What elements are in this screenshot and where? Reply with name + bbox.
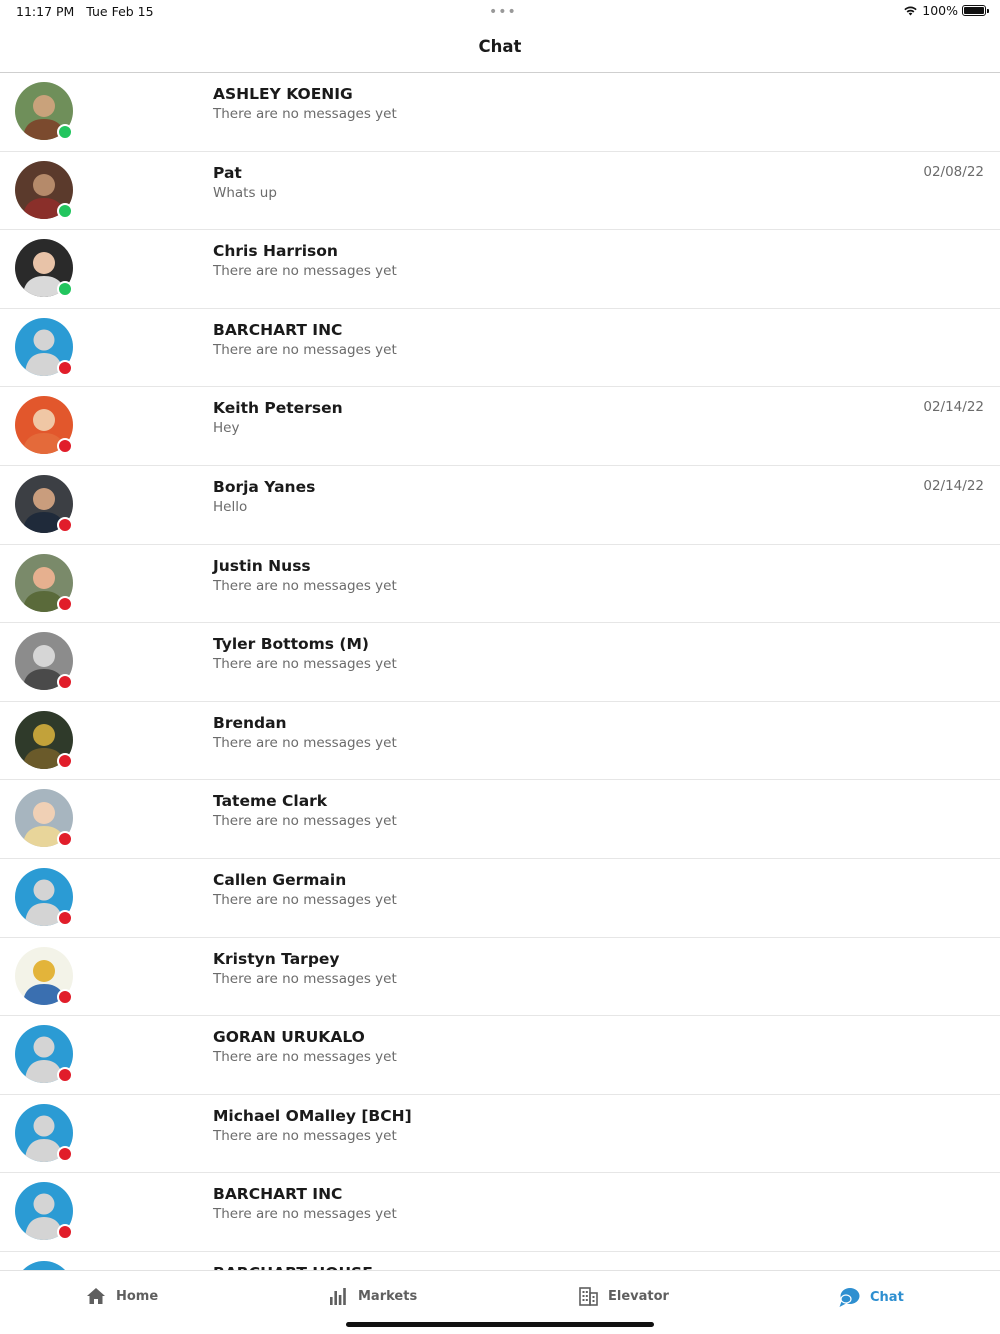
message-preview: There are no messages yet	[213, 734, 397, 751]
home-indicator[interactable]	[346, 1322, 654, 1327]
chat-row[interactable]: Chris Harrison There are no messages yet	[0, 230, 1000, 309]
tab-label-markets: Markets	[358, 1289, 418, 1304]
contact-name: Chris Harrison	[213, 242, 338, 261]
chat-list[interactable]: ASHLEY KOENIG There are no messages yet Pa…	[0, 73, 1000, 1270]
chat-row[interactable]: Justin Nuss There are no messages yet	[0, 545, 1000, 624]
message-date: 02/08/22	[923, 163, 984, 180]
contact-name: Kristyn Tarpey	[213, 949, 340, 968]
message-preview: There are no messages yet	[213, 263, 397, 280]
message-preview: There are no messages yet	[213, 1206, 397, 1223]
message-preview: There are no messages yet	[213, 1049, 397, 1066]
tab-home[interactable]: Home	[86, 1287, 158, 1305]
message-preview: There are no messages yet	[213, 656, 397, 673]
home-icon	[87, 1288, 105, 1304]
contact-name: BARCHART INC	[213, 320, 343, 339]
contact-name: GORAN URUKALO	[213, 1028, 365, 1047]
status-time: 11:17 PM Tue Feb 15	[16, 4, 154, 19]
offline-status-dot	[57, 831, 73, 848]
battery-percent: 100%	[922, 3, 958, 18]
message-preview: There are no messages yet	[213, 891, 397, 908]
offline-status-dot	[57, 674, 73, 691]
tab-chat[interactable]: Chat	[838, 1287, 904, 1308]
offline-status-dot	[57, 516, 73, 533]
message-preview: Hello	[213, 498, 248, 515]
wifi-icon	[904, 6, 917, 16]
contact-name: Justin Nuss	[213, 556, 311, 575]
chat-bubble-icon	[839, 1288, 860, 1307]
tab-elevator[interactable]: Elevator	[579, 1287, 669, 1306]
offline-status-dot	[57, 988, 73, 1005]
status-bar: 11:17 PM Tue Feb 15 ••• 100%	[0, 0, 1000, 26]
offline-status-dot	[57, 752, 73, 769]
offline-status-dot	[57, 1067, 73, 1084]
message-preview: There are no messages yet	[213, 813, 397, 830]
chat-row[interactable]: Kristyn Tarpey There are no messages yet	[0, 938, 1000, 1017]
online-status-dot	[57, 202, 73, 219]
avatar	[15, 1260, 73, 1270]
navigation-bar: Chat	[0, 26, 1000, 73]
chat-row[interactable]: BARCHART HOUSE	[0, 1252, 1000, 1270]
message-preview: Whats up	[213, 184, 277, 201]
contact-name: Keith Petersen	[213, 399, 343, 418]
chat-row[interactable]: Keith Petersen Hey 02/14/22	[0, 387, 1000, 466]
contact-name: Brendan	[213, 713, 287, 732]
tab-label-home: Home	[116, 1288, 159, 1304]
message-preview: There are no messages yet	[213, 970, 397, 987]
chat-row[interactable]: Borja Yanes Hello 02/14/22	[0, 466, 1000, 545]
page-title: Chat	[478, 37, 522, 56]
offline-status-dot	[57, 1224, 73, 1241]
bar-chart-icon	[330, 1288, 346, 1305]
chat-row[interactable]: GORAN URUKALO There are no messages yet	[0, 1016, 1000, 1095]
contact-name: Michael OMalley [BCH]	[213, 1106, 412, 1125]
online-status-dot	[57, 281, 73, 298]
battery-icon	[962, 5, 989, 16]
tab-markets[interactable]: Markets	[329, 1287, 417, 1306]
chat-row[interactable]: ASHLEY KOENIG There are no messages yet	[0, 73, 1000, 152]
chat-row[interactable]: Tyler Bottoms (M) There are no messages y…	[0, 623, 1000, 702]
message-preview: There are no messages yet	[213, 341, 397, 358]
tab-label-chat: Chat	[870, 1290, 904, 1305]
message-date: 02/14/22	[923, 399, 984, 416]
message-preview: Hey	[213, 420, 240, 437]
offline-status-dot	[57, 909, 73, 926]
building-icon	[579, 1287, 598, 1306]
offline-status-dot	[57, 1145, 73, 1162]
tab-label-elevator: Elevator	[608, 1289, 669, 1304]
chat-row[interactable]: Tateme Clark There are no messages yet	[0, 780, 1000, 859]
offline-status-dot	[57, 595, 73, 612]
contact-name: Callen Germain	[213, 870, 347, 889]
message-preview: There are no messages yet	[213, 577, 397, 594]
chat-row[interactable]: Michael OMalley [BCH] There are no messag…	[0, 1095, 1000, 1174]
chat-row[interactable]: Brendan There are no messages yet	[0, 702, 1000, 781]
chat-row[interactable]: BARCHART INC There are no messages yet	[0, 309, 1000, 388]
contact-name: Tyler Bottoms (M)	[213, 635, 369, 654]
contact-name: ASHLEY KOENIG	[213, 85, 353, 103]
message-date: 02/14/22	[923, 477, 984, 494]
offline-status-dot	[57, 359, 73, 376]
chat-row[interactable]: BARCHART INC There are no messages yet	[0, 1173, 1000, 1252]
status-indicators: 100%	[903, 3, 989, 18]
contact-name: Tateme Clark	[213, 792, 328, 811]
contact-name: Pat	[213, 163, 242, 182]
message-preview: There are no messages yet	[213, 106, 397, 122]
online-status-dot	[57, 124, 73, 140]
contact-name: BARCHART INC	[213, 1185, 343, 1204]
offline-status-dot	[57, 438, 73, 455]
multitasking-dots[interactable]: •••	[489, 4, 517, 20]
chat-row[interactable]: Callen Germain There are no messages yet	[0, 859, 1000, 938]
message-preview: There are no messages yet	[213, 1127, 397, 1144]
contact-name: Borja Yanes	[213, 477, 316, 496]
chat-row[interactable]: Pat Whats up 02/08/22	[0, 152, 1000, 231]
